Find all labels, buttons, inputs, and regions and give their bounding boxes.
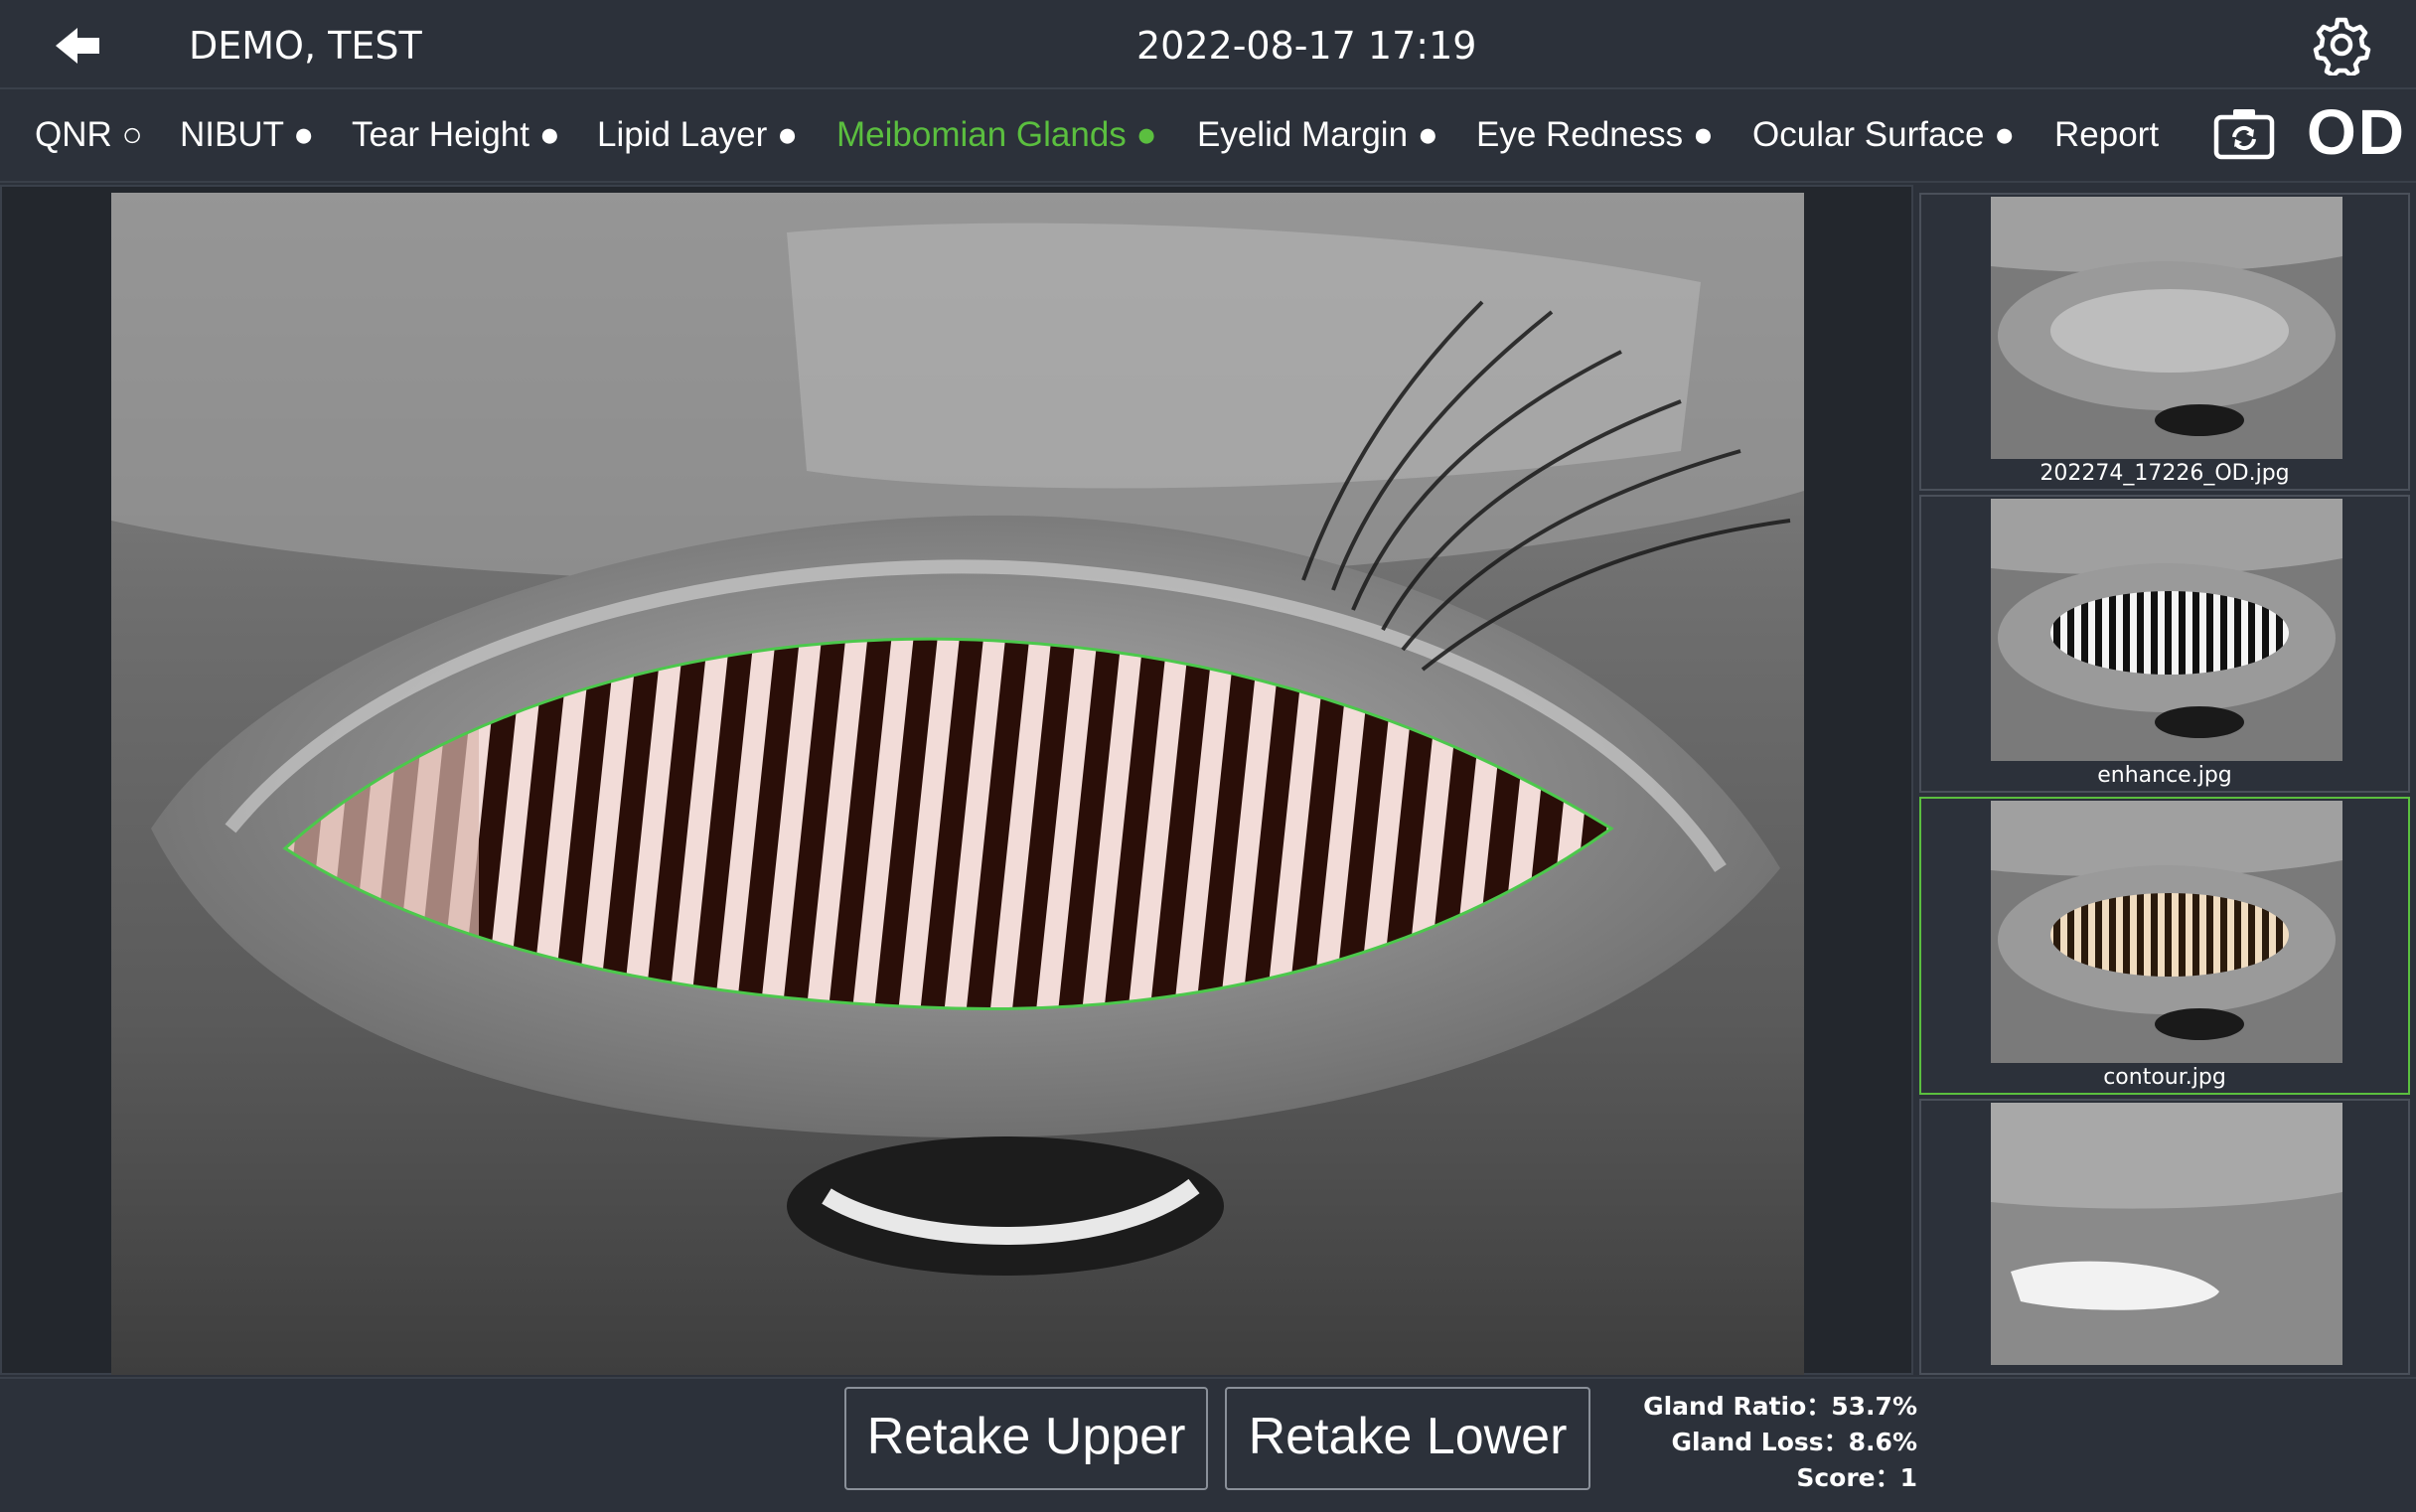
thumbnail-image bbox=[1991, 197, 2342, 459]
tab-eyelid-margin[interactable]: Eyelid Margin ● bbox=[1197, 109, 1438, 161]
thumbnail-label: 202274_17226_OD.jpg bbox=[2039, 461, 2290, 486]
thumbnail-lower-lid[interactable] bbox=[1919, 1099, 2410, 1375]
meibography-image[interactable] bbox=[111, 193, 1804, 1375]
gear-icon bbox=[2313, 17, 2371, 78]
thumbnail-image bbox=[1991, 1103, 2342, 1365]
retake-lower-button[interactable]: Retake Lower bbox=[1225, 1387, 1590, 1490]
tab-meibomian-glands[interactable]: Meibomian Glands ● bbox=[836, 109, 1157, 161]
camera-switch-icon bbox=[2213, 109, 2275, 160]
thumbnail-image bbox=[1991, 499, 2342, 761]
gland-ratio: Gland Ratio：53.7% bbox=[1643, 1392, 1917, 1421]
thumbnail-label: enhance.jpg bbox=[2097, 763, 2232, 788]
tab-tear-height[interactable]: Tear Height ● bbox=[352, 109, 560, 161]
patient-name: DEMO, TEST bbox=[189, 24, 422, 68]
tab-qnr[interactable]: QNR ○ bbox=[35, 109, 143, 161]
camera-button[interactable] bbox=[2213, 105, 2275, 161]
tab-ocular-surface[interactable]: Ocular Surface ● bbox=[1752, 109, 2015, 161]
tab-eye-redness[interactable]: Eye Redness ● bbox=[1476, 109, 1714, 161]
retake-upper-button[interactable]: Retake Upper bbox=[844, 1387, 1208, 1490]
tab-lipid-layer[interactable]: Lipid Layer ● bbox=[597, 109, 798, 161]
thumbnail-contour[interactable]: contour.jpg bbox=[1919, 797, 2410, 1095]
module-tabs: QNR ○ NIBUT ● Tear Height ● Lipid Layer … bbox=[0, 89, 2416, 183]
gland-score: Score：1 bbox=[1796, 1463, 1917, 1492]
footer-bar bbox=[0, 1377, 2416, 1512]
thumbnail-image bbox=[1991, 801, 2342, 1063]
gland-loss: Gland Loss：8.6% bbox=[1671, 1428, 1917, 1456]
exam-datetime: 2022-08-17 17:19 bbox=[1136, 24, 1477, 68]
thumbnail-label: contour.jpg bbox=[2103, 1065, 2226, 1090]
thumbnail-enhance[interactable]: enhance.jpg bbox=[1919, 495, 2410, 793]
tab-report[interactable]: Report bbox=[2054, 109, 2159, 161]
back-arrow-icon bbox=[56, 28, 99, 64]
tab-nibut[interactable]: NIBUT ● bbox=[180, 109, 314, 161]
settings-button[interactable] bbox=[2311, 14, 2372, 78]
gland-stats: Gland Ratio：53.7% Gland Loss：8.6% Score：… bbox=[1629, 1389, 1917, 1496]
thumbnail-original[interactable]: 202274_17226_OD.jpg bbox=[1919, 193, 2410, 491]
thumbnail-panel: 202274_17226_OD.jpg enhance.jpg contour.… bbox=[1917, 185, 2414, 1375]
eye-side-indicator[interactable]: OD bbox=[2307, 97, 2406, 167]
back-button[interactable] bbox=[52, 20, 111, 70]
